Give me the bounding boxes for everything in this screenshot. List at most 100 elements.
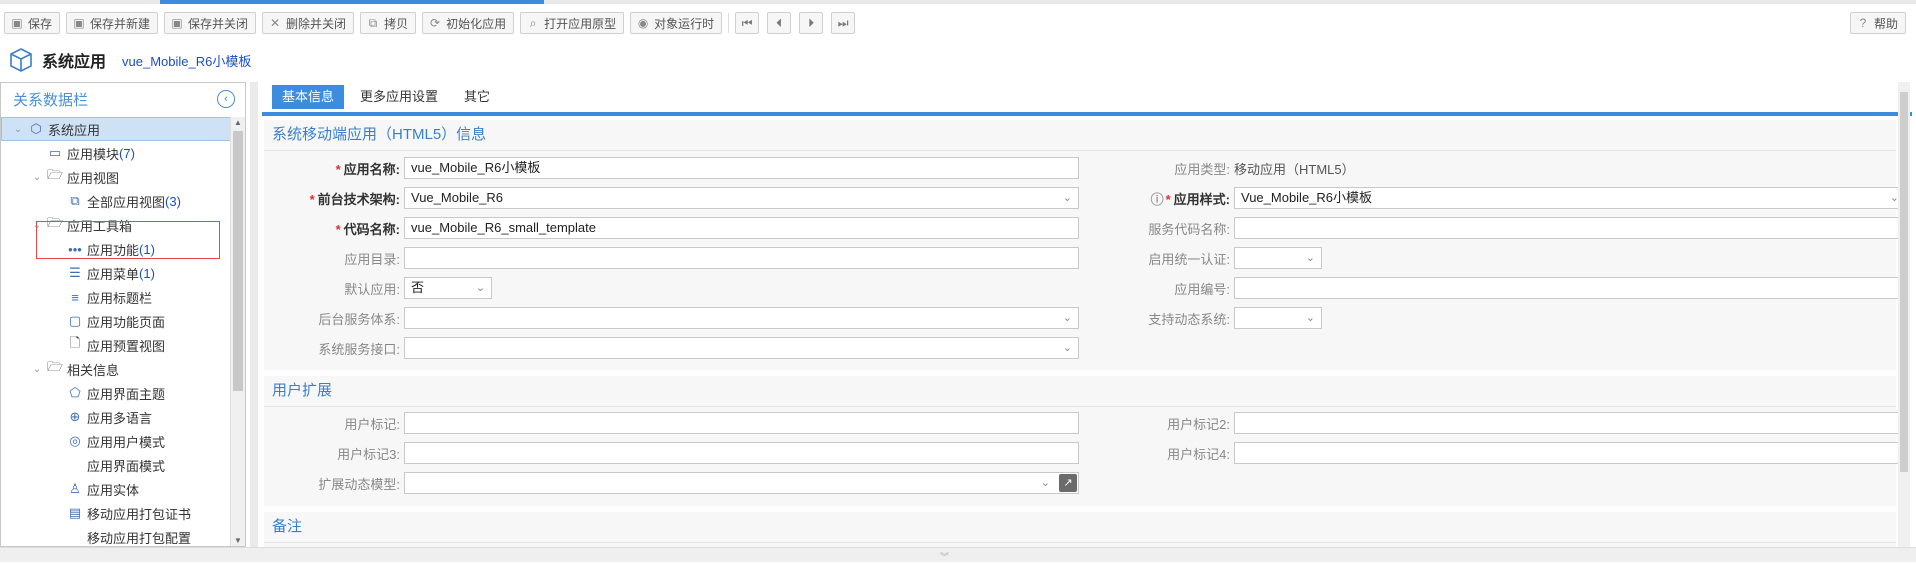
delete-and-close-button[interactable]: ✕ 删除并关闭 — [262, 12, 355, 34]
open-prototype-button[interactable]: ⌕ 打开应用原型 — [520, 12, 625, 34]
chevron-down-icon: ⌄ — [1305, 252, 1315, 264]
tree-item-system-app[interactable]: ⌄ ⬡ 系统应用 — [1, 117, 231, 141]
tree-item-ui-theme[interactable]: ⬠ 应用界面主题 — [1, 381, 231, 405]
tree-item-package-cert[interactable]: ▤ 移动应用打包证书 — [1, 501, 231, 525]
save-and-close-button[interactable]: ▣ 保存并关闭 — [164, 12, 257, 34]
chevron-down-icon[interactable]: ⌄ — [12, 124, 24, 135]
sidebar-header: 关系数据栏 ‹ — [1, 83, 245, 115]
init-app-button[interactable]: ⟳ 初始化应用 — [422, 12, 515, 34]
code-name-field: * 代码名称: vue_Mobile_R6_small_template — [264, 217, 1079, 239]
chevron-down-icon: ⌄ — [1062, 342, 1072, 354]
detail-scrollbar[interactable] — [1898, 82, 1910, 547]
service-api-select[interactable]: ⌄ — [404, 337, 1079, 359]
search-icon: ⌕ — [529, 15, 537, 30]
user-tag2-input[interactable] — [1234, 412, 1906, 434]
folder-icon: 🗁 — [46, 359, 64, 374]
toolbar-divider — [728, 13, 730, 33]
app-style-field: ⓘ * 应用样式: Vue_Mobile_R6小模板 ⌄ — [1094, 187, 1906, 209]
unified-auth-field: 启用统一认证: ⌄ — [1094, 247, 1322, 269]
user-tag3-input[interactable] — [404, 442, 1079, 464]
tree-item-app-entity[interactable]: ♙ 应用实体 — [1, 477, 231, 501]
required-mark: * — [1165, 191, 1171, 207]
tree-item-app-preset-views[interactable]: 🗋 应用预置视图 — [1, 333, 231, 357]
delete-icon: ✕ — [270, 16, 281, 30]
user-tag3-field: 用户标记3: — [264, 442, 1079, 464]
page-icon: ▢ — [68, 313, 82, 328]
bottom-resize-bar[interactable]: ︾ — [0, 547, 1916, 562]
tree-item-all-app-views[interactable]: ⧉ 全部应用视图 (3) — [1, 189, 231, 213]
save-button[interactable]: ▣ 保存 — [4, 12, 61, 34]
service-code-input[interactable] — [1234, 217, 1906, 239]
sidebar-scrollbar[interactable]: ▲ ▼ — [230, 117, 245, 546]
object-runtime-button[interactable]: ◉ 对象运行时 — [630, 12, 723, 34]
globe-icon: ⊕ — [69, 409, 81, 424]
user-tag4-input[interactable] — [1234, 442, 1906, 464]
tab-basic-info[interactable]: 基本信息 — [272, 85, 345, 109]
dyn-model-field: 扩展动态模型: ⌄ ↗ — [264, 472, 1079, 494]
chevron-down-icon: ⌄ — [1305, 312, 1315, 324]
scroll-up-icon[interactable]: ▲ — [231, 117, 245, 129]
top-progress-line — [0, 0, 1916, 4]
copy-button[interactable]: ⧉ 拷贝 — [360, 12, 417, 34]
cube-icon: ⬡ — [30, 121, 42, 136]
save-new-icon: ▣ — [73, 16, 85, 30]
certificate-icon: ▤ — [68, 505, 82, 520]
scroll-thumb[interactable] — [1900, 92, 1908, 472]
user-tag1-input[interactable] — [404, 412, 1079, 434]
dynamic-system-select[interactable]: ⌄ — [1234, 307, 1322, 329]
section-title: 系统移动端应用（HTML5）信息 — [264, 120, 1896, 151]
chevron-down-icon[interactable]: ⌄ — [31, 364, 43, 375]
service-code-field: 服务代码名称: — [1094, 217, 1906, 239]
collapse-sidebar-icon[interactable]: ‹ — [217, 90, 235, 108]
service-api-field: 系统服务接口: ⌄ — [264, 337, 1079, 359]
scroll-down-icon[interactable]: ▼ — [231, 535, 245, 546]
code-name-input[interactable]: vue_Mobile_R6_small_template — [404, 217, 1079, 239]
entity-icon: ♙ — [69, 481, 81, 496]
tab-more-settings[interactable]: 更多应用设置 — [350, 85, 448, 109]
app-style-select[interactable]: Vue_Mobile_R6小模板 ⌄ — [1234, 187, 1906, 209]
app-dir-input[interactable] — [404, 247, 1079, 269]
last-record-button[interactable]: ⏭ — [831, 12, 856, 34]
tree-item-app-views[interactable]: ⌄ 🗁 应用视图 — [1, 165, 231, 189]
chevron-down-icon[interactable]: ⌄ — [31, 172, 43, 183]
panel-splitter[interactable] — [250, 82, 258, 547]
page-title: 系统应用 — [42, 54, 107, 71]
refresh-icon: ⟳ — [430, 16, 441, 30]
user-tag2-field: 用户标记2: — [1094, 412, 1906, 434]
unified-auth-select[interactable]: ⌄ — [1234, 247, 1322, 269]
grip-icon: ︾ — [940, 552, 950, 562]
default-app-select[interactable]: 否 ⌄ — [404, 277, 492, 299]
save-icon: ▣ — [11, 16, 23, 30]
first-record-button[interactable]: ⏮ — [735, 12, 760, 34]
highlight-annotation-box — [36, 221, 220, 259]
sidebar-title: 关系数据栏 — [13, 91, 89, 109]
app-number-input[interactable] — [1234, 277, 1906, 299]
user-tag4-field: 用户标记4: — [1094, 442, 1906, 464]
tree-item-app-titlebar[interactable]: ≡ 应用标题栏 — [1, 285, 231, 309]
help-button[interactable]: ? 帮助 — [1849, 12, 1906, 34]
tree-item-user-mode[interactable]: ◎ 应用用户模式 — [1, 429, 231, 453]
tree-item-app-func-pages[interactable]: ▢ 应用功能页面 — [1, 309, 231, 333]
info-icon: ⓘ — [1150, 191, 1164, 207]
backend-system-select[interactable]: ⌄ — [404, 307, 1079, 329]
frontend-arch-select[interactable]: Vue_Mobile_R6 ⌄ — [404, 187, 1079, 209]
tree-item-related-info[interactable]: ⌄ 🗁 相关信息 — [1, 357, 231, 381]
prev-record-button[interactable]: ⏴ — [767, 12, 792, 34]
basic-info-section: 系统移动端应用（HTML5）信息 * 应用名称: vue_Mobile_R6小模板… — [264, 120, 1906, 370]
app-name-input[interactable]: vue_Mobile_R6小模板 — [404, 157, 1079, 179]
eye-icon: ◉ — [637, 16, 649, 30]
tab-other[interactable]: 其它 — [454, 85, 500, 109]
next-record-button[interactable]: ⏵ — [799, 12, 824, 34]
scroll-thumb[interactable] — [233, 131, 243, 391]
tree-item-app-modules[interactable]: ▭ 应用模块 (7) — [1, 141, 231, 165]
link-icon[interactable]: ↗ — [1059, 474, 1077, 492]
document-icon: 🗋 — [69, 335, 81, 350]
tree-item-app-menu[interactable]: ☰ 应用菜单 (1) — [1, 261, 231, 285]
tree-item-package-config[interactable]: 移动应用打包配置 — [1, 525, 231, 546]
tree-item-ui-mode[interactable]: 应用界面模式 — [1, 453, 231, 477]
section-title: 备注 — [264, 512, 1896, 543]
dyn-model-select[interactable]: ⌄ ↗ — [404, 472, 1079, 494]
dynamic-system-field: 支持动态系统: ⌄ — [1094, 307, 1322, 329]
tree-item-multi-language[interactable]: ⊕ 应用多语言 — [1, 405, 231, 429]
save-and-new-button[interactable]: ▣ 保存并新建 — [66, 12, 159, 34]
